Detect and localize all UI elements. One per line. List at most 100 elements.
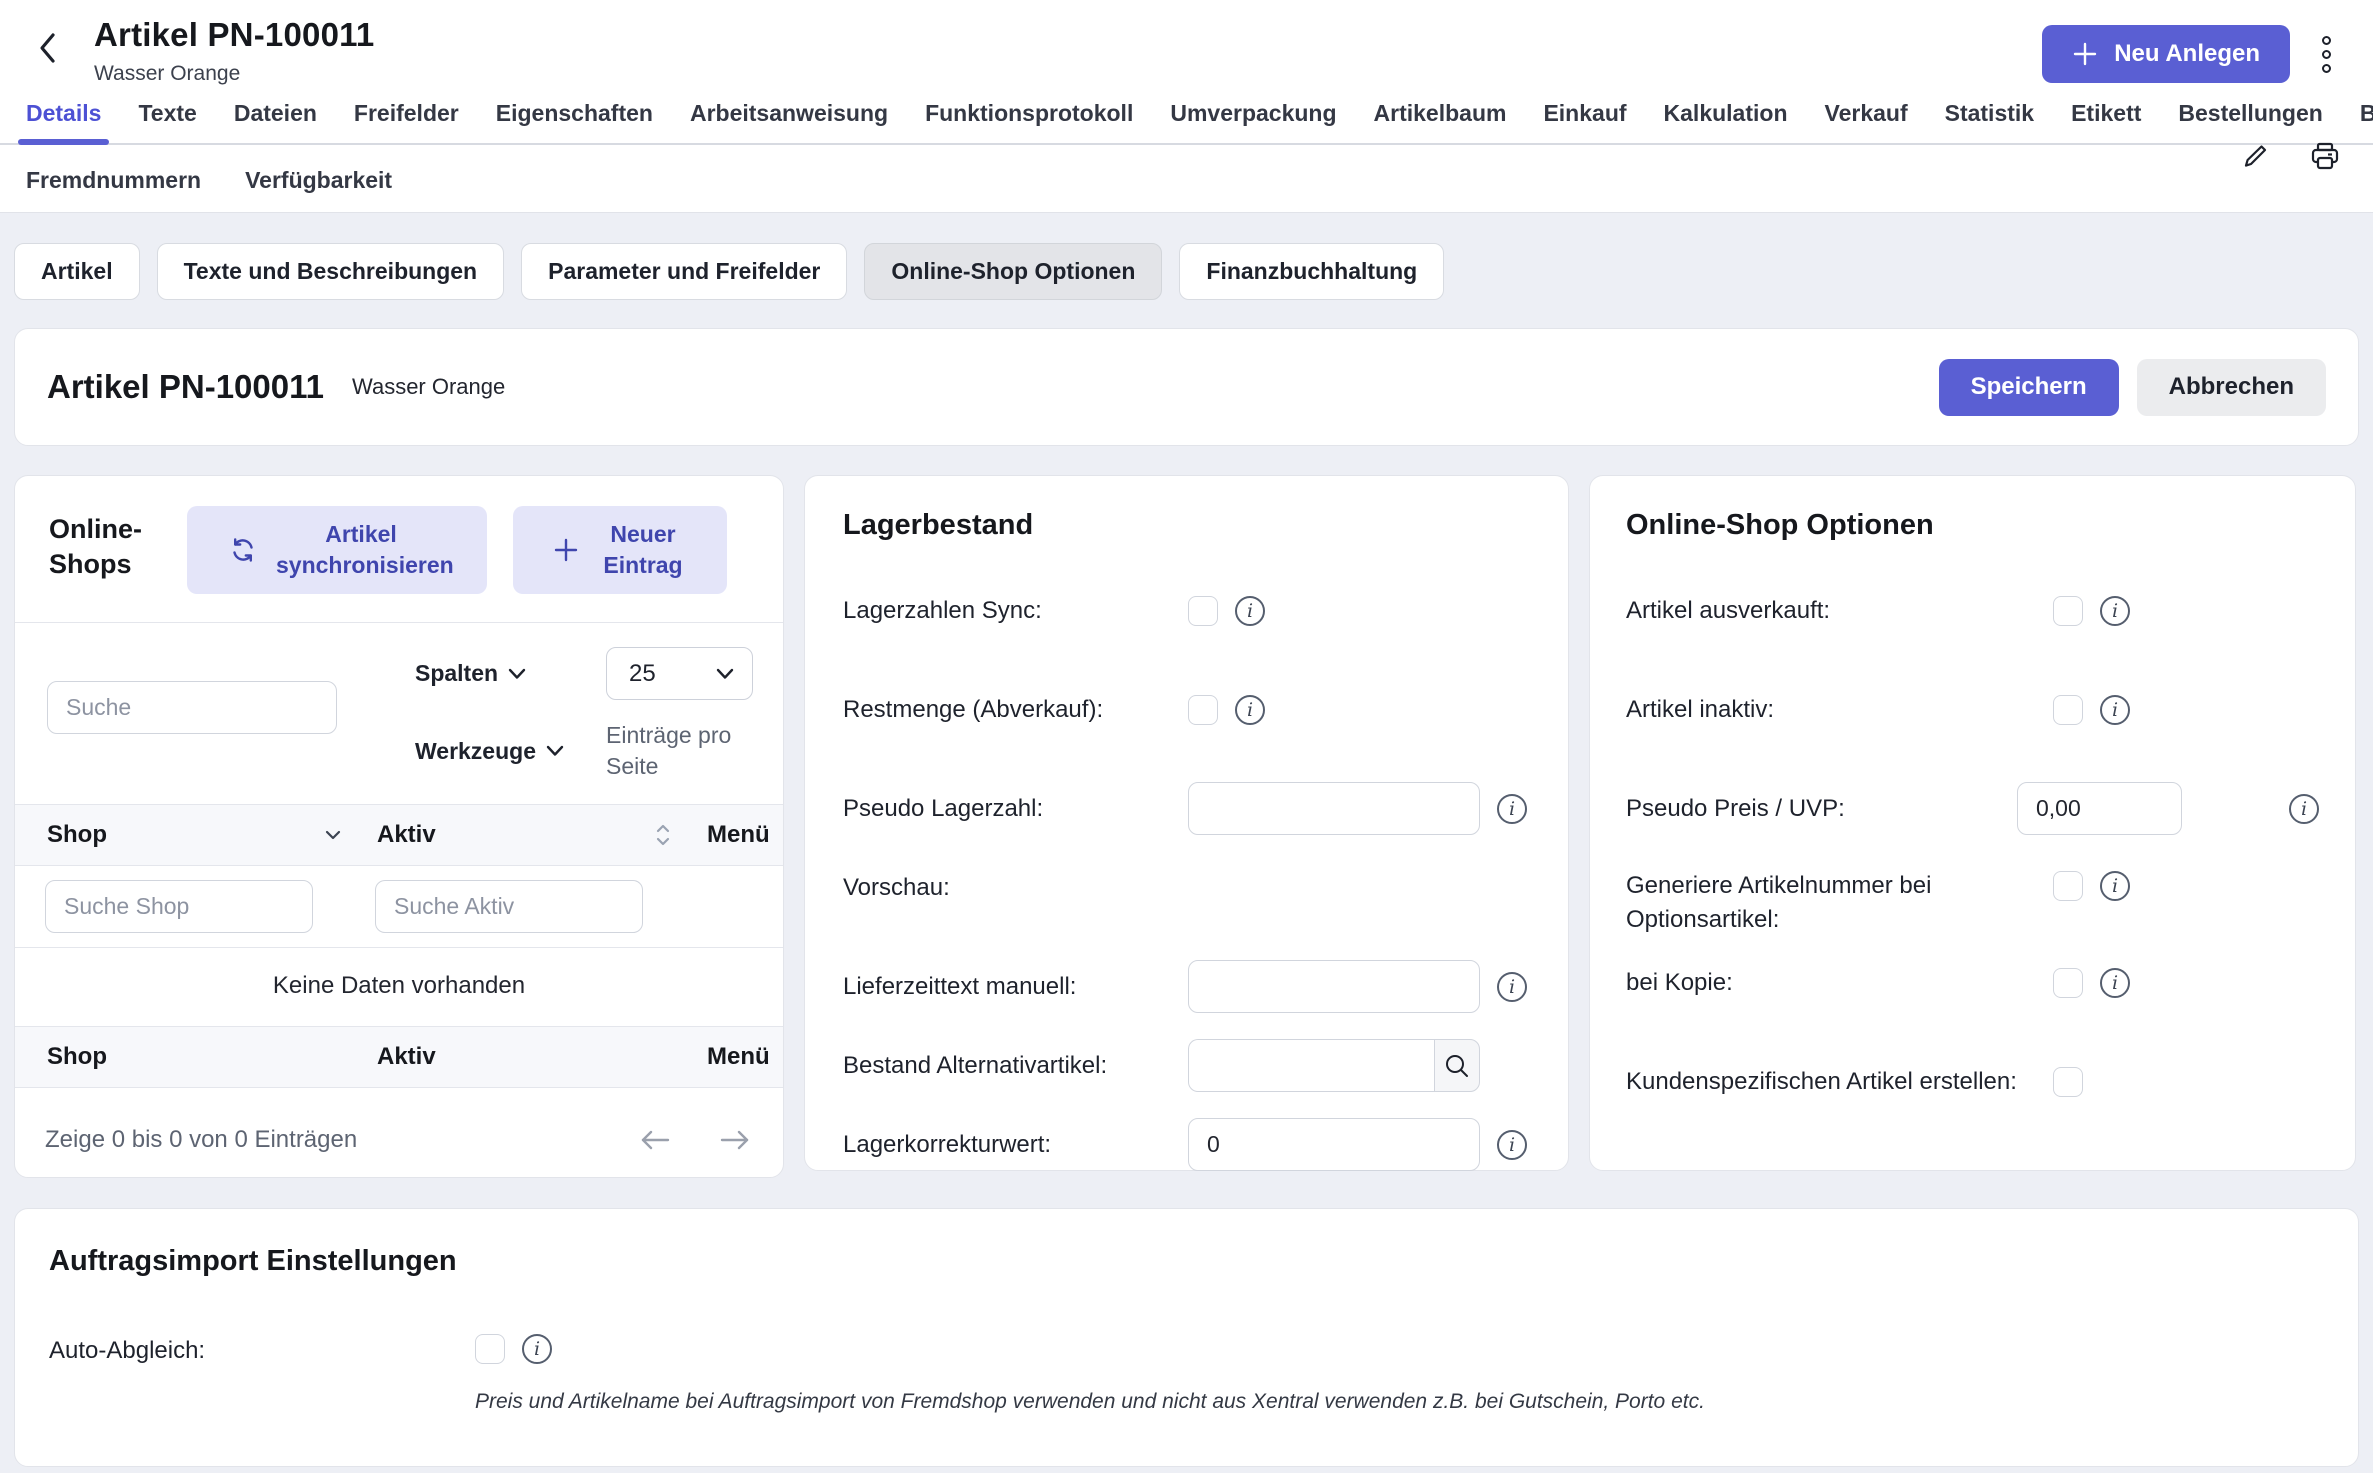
tab-belege[interactable]: Belege bbox=[2360, 100, 2373, 143]
tab-kalkulation[interactable]: Kalkulation bbox=[1664, 100, 1788, 143]
edit-button[interactable] bbox=[2233, 135, 2277, 179]
chevron-down-icon bbox=[716, 668, 734, 680]
tab-details[interactable]: Details bbox=[26, 100, 101, 143]
print-button[interactable] bbox=[2303, 135, 2347, 179]
label-pseudo-lagerzahl: Pseudo Lagerzahl: bbox=[843, 792, 1188, 826]
column-header-menu: Menü bbox=[707, 821, 774, 849]
tab-etikett[interactable]: Etikett bbox=[2071, 100, 2141, 143]
tab-verfuegbarkeit[interactable]: Verfügbarkeit bbox=[245, 167, 392, 194]
chevron-down-icon bbox=[546, 745, 564, 757]
page-size-select[interactable]: 25 bbox=[606, 647, 753, 700]
sync-article-label: Artikel synchronisieren bbox=[276, 519, 446, 581]
lagerzahlen-sync-checkbox[interactable] bbox=[1188, 596, 1218, 626]
tab-statistik[interactable]: Statistik bbox=[1945, 100, 2034, 143]
info-icon[interactable]: i bbox=[2100, 871, 2130, 901]
tab-verkauf[interactable]: Verkauf bbox=[1825, 100, 1908, 143]
inaktiv-checkbox[interactable] bbox=[2053, 695, 2083, 725]
filter-shop-input[interactable] bbox=[45, 880, 313, 933]
tab-bar-secondary: Fremdnummern Verfügbarkeit bbox=[0, 145, 2373, 213]
back-button[interactable] bbox=[26, 18, 70, 78]
plus-icon bbox=[2072, 41, 2098, 67]
shops-search-input[interactable] bbox=[47, 681, 337, 734]
filter-aktiv-input[interactable] bbox=[375, 880, 643, 933]
generiere-nummer-checkbox[interactable] bbox=[2053, 871, 2083, 901]
pill-texte-beschreibungen[interactable]: Texte und Beschreibungen bbox=[157, 243, 505, 300]
pill-parameter-freifelder[interactable]: Parameter und Freifelder bbox=[521, 243, 847, 300]
arrow-left-icon bbox=[639, 1128, 671, 1152]
label-auto-abgleich: Auto-Abgleich: bbox=[49, 1334, 475, 1414]
label-artikel-inaktiv: Artikel inaktiv: bbox=[1626, 693, 2053, 727]
new-create-button[interactable]: Neu Anlegen bbox=[2042, 25, 2290, 83]
tab-umverpackung[interactable]: Umverpackung bbox=[1170, 100, 1336, 143]
page-title: Artikel PN-100011 bbox=[94, 16, 374, 54]
label-restmenge: Restmenge (Abverkauf): bbox=[843, 693, 1188, 727]
info-icon[interactable]: i bbox=[1235, 596, 1265, 626]
tab-funktionsprotokoll[interactable]: Funktionsprotokoll bbox=[925, 100, 1133, 143]
footer-column-aktiv: Aktiv bbox=[377, 1043, 707, 1071]
tab-dateien[interactable]: Dateien bbox=[234, 100, 317, 143]
tab-eigenschaften[interactable]: Eigenschaften bbox=[496, 100, 653, 143]
sync-icon bbox=[228, 535, 258, 565]
pagination-prev-button[interactable] bbox=[637, 1122, 673, 1158]
columns-dropdown-label: Spalten bbox=[415, 660, 498, 687]
sync-article-button[interactable]: Artikel synchronisieren bbox=[187, 506, 487, 594]
shops-table-footer: Zeige 0 bis 0 von 0 Einträgen bbox=[15, 1088, 783, 1158]
label-vorschau: Vorschau: bbox=[843, 871, 1188, 905]
info-icon[interactable]: i bbox=[2100, 968, 2130, 998]
pill-artikel[interactable]: Artikel bbox=[14, 243, 140, 300]
page-size-value: 25 bbox=[629, 660, 656, 688]
tab-arbeitsanweisung[interactable]: Arbeitsanweisung bbox=[690, 100, 888, 143]
info-icon[interactable]: i bbox=[1497, 794, 1527, 824]
sort-updown-icon bbox=[655, 823, 671, 847]
tab-texte[interactable]: Texte bbox=[138, 100, 196, 143]
columns-dropdown[interactable]: Spalten bbox=[415, 660, 564, 687]
empty-state-text: Keine Daten vorhanden bbox=[15, 947, 783, 1026]
tab-artikelbaum[interactable]: Artikelbaum bbox=[1374, 100, 1507, 143]
lieferzeittext-input[interactable] bbox=[1188, 960, 1480, 1013]
info-icon[interactable]: i bbox=[1497, 972, 1527, 1002]
kundenspezifisch-checkbox[interactable] bbox=[2053, 1067, 2083, 1097]
article-subtitle: Wasser Orange bbox=[352, 374, 505, 400]
pagination-next-button[interactable] bbox=[717, 1122, 753, 1158]
shop-options-panel: Online-Shop Optionen Artikel ausverkauft… bbox=[1589, 475, 2356, 1171]
info-icon[interactable]: i bbox=[1497, 1130, 1527, 1160]
ausverkauft-checkbox[interactable] bbox=[2053, 596, 2083, 626]
chevron-left-icon bbox=[37, 31, 59, 65]
plus-icon bbox=[552, 536, 580, 564]
article-title: Artikel PN-100011 bbox=[47, 368, 324, 406]
cancel-button[interactable]: Abbrechen bbox=[2137, 359, 2326, 416]
article-lookup-button[interactable] bbox=[1434, 1039, 1480, 1092]
info-icon[interactable]: i bbox=[1235, 695, 1265, 725]
info-icon[interactable]: i bbox=[522, 1334, 552, 1364]
save-button[interactable]: Speichern bbox=[1939, 359, 2119, 416]
new-create-label: Neu Anlegen bbox=[2114, 40, 2260, 68]
panels-row: Online-Shops Artikel synchronisieren Neu… bbox=[14, 475, 2359, 1178]
info-icon[interactable]: i bbox=[2100, 596, 2130, 626]
pill-online-shop-optionen[interactable]: Online-Shop Optionen bbox=[864, 243, 1162, 300]
auto-abgleich-checkbox[interactable] bbox=[475, 1334, 505, 1364]
info-icon[interactable]: i bbox=[2100, 695, 2130, 725]
column-header-shop[interactable]: Shop bbox=[47, 821, 377, 849]
shops-table-footer-header: Shop Aktiv Menü bbox=[15, 1026, 783, 1088]
bestand-alternativ-input[interactable] bbox=[1188, 1039, 1434, 1092]
pill-finanzbuchhaltung[interactable]: Finanzbuchhaltung bbox=[1179, 243, 1444, 300]
label-pseudo-preis: Pseudo Preis / UVP: bbox=[1626, 792, 2017, 826]
article-detail-page: Artikel PN-100011 Wasser Orange Neu Anle… bbox=[0, 0, 2373, 1473]
info-icon[interactable]: i bbox=[2289, 794, 2319, 824]
bei-kopie-checkbox[interactable] bbox=[2053, 968, 2083, 998]
arrow-right-icon bbox=[719, 1128, 751, 1152]
auto-abgleich-note: Preis und Artikelname bei Auftragsimport… bbox=[475, 1390, 1705, 1414]
pseudo-preis-input[interactable] bbox=[2017, 782, 2182, 835]
tools-dropdown[interactable]: Werkzeuge bbox=[415, 738, 564, 765]
restmenge-checkbox[interactable] bbox=[1188, 695, 1218, 725]
tab-fremdnummern[interactable]: Fremdnummern bbox=[26, 167, 201, 194]
pseudo-lagerzahl-input[interactable] bbox=[1188, 782, 1480, 835]
column-header-aktiv[interactable]: Aktiv bbox=[377, 821, 707, 849]
search-icon bbox=[1443, 1052, 1471, 1080]
tab-freifelder[interactable]: Freifelder bbox=[354, 100, 459, 143]
lagerkorrekturwert-input[interactable] bbox=[1188, 1118, 1480, 1171]
kebab-menu-icon[interactable] bbox=[2316, 30, 2337, 79]
tab-einkauf[interactable]: Einkauf bbox=[1543, 100, 1626, 143]
printer-icon bbox=[2309, 141, 2341, 173]
new-entry-button[interactable]: Neuer Eintrag bbox=[513, 506, 727, 594]
